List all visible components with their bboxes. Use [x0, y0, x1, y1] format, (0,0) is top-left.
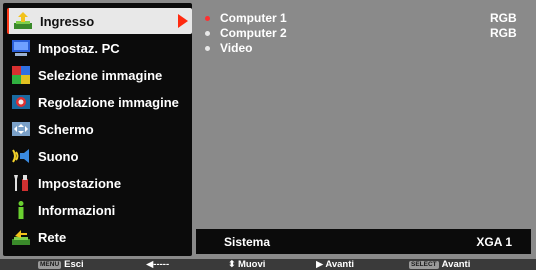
move-label: Muovi — [237, 259, 266, 270]
submenu-arrow-icon — [178, 14, 188, 28]
system-value: XGA 1 — [476, 234, 512, 249]
footer-select: SELECT Avanti — [409, 259, 470, 270]
source-mode: RGB — [490, 26, 517, 40]
next-label: Avanti — [325, 259, 354, 270]
menu-item-label: Selezione immagine — [38, 67, 163, 83]
menu-item-label: Regolazione immagine — [38, 94, 179, 110]
menu-item-impostaz-pc[interactable]: Impostaz. PC — [7, 35, 190, 61]
source-panel: Computer 1 RGB Computer 2 RGB Video — [196, 3, 531, 256]
source-mode: RGB — [490, 11, 517, 25]
menu-item-impostazione[interactable]: Impostazione — [7, 170, 190, 196]
menu-item-label: Suono — [38, 148, 79, 164]
select-key-icon: SELECT — [409, 260, 439, 269]
selected-radio-icon — [205, 15, 210, 21]
information-icon — [11, 200, 31, 220]
footer-next: ▶ Avanti — [316, 259, 354, 270]
up-down-arrow-icon: ⬍ — [228, 259, 236, 270]
source-name: Video — [220, 41, 253, 55]
menu-item-label: Schermo — [38, 121, 94, 137]
footer-exit: MENU Esci — [38, 259, 84, 270]
sound-icon — [11, 146, 31, 166]
footer-back: ◀----- — [146, 259, 169, 270]
radio-icon — [205, 45, 210, 51]
setting-icon — [11, 173, 31, 193]
menu-item-regolazione-immagine[interactable]: Regolazione immagine — [7, 89, 190, 115]
pc-adjust-icon — [11, 38, 31, 58]
menu-item-label: Rete — [38, 229, 67, 245]
key-guide-bar: MENU Esci ◀----- ⬍ Muovi ▶ Avanti SELECT… — [0, 259, 536, 270]
system-label: Sistema — [224, 234, 271, 249]
source-option-computer-1[interactable]: Computer 1 RGB — [205, 11, 520, 25]
menu-item-label: Informazioni — [38, 202, 116, 218]
footer-move: ⬍ Muovi — [228, 259, 265, 270]
source-option-video[interactable]: Video — [205, 41, 520, 55]
menu-item-suono[interactable]: Suono — [7, 143, 190, 169]
menu-item-selezione-immagine[interactable]: Selezione immagine — [7, 62, 190, 88]
screen-icon — [11, 119, 31, 139]
source-option-computer-2[interactable]: Computer 2 RGB — [205, 26, 520, 40]
menu-item-informazioni[interactable]: Informazioni — [7, 197, 190, 223]
menu-item-label: Impostazione — [38, 175, 122, 191]
source-name: Computer 1 — [220, 11, 287, 25]
system-status-bar: Sistema XGA 1 — [196, 229, 531, 254]
select-label: Avanti — [441, 259, 471, 270]
exit-label: Esci — [64, 259, 84, 270]
radio-icon — [205, 30, 210, 36]
osd-window: Ingresso Impostaz. PC Selezione immagine… — [0, 0, 536, 259]
menu-item-label: Impostaz. PC — [38, 40, 120, 56]
image-select-icon — [11, 65, 31, 85]
main-menu: Ingresso Impostaz. PC Selezione immagine… — [3, 3, 192, 256]
menu-item-schermo[interactable]: Schermo — [7, 116, 190, 142]
input-icon — [13, 11, 33, 31]
image-adjust-icon — [11, 92, 31, 112]
network-icon — [11, 227, 31, 247]
menu-item-rete[interactable]: Rete — [7, 224, 190, 250]
menu-key-icon: MENU — [38, 260, 62, 269]
right-arrow-icon: ▶ — [316, 259, 324, 270]
menu-item-label: Ingresso — [40, 13, 95, 29]
back-arrow-icon: ◀----- — [146, 259, 170, 270]
source-name: Computer 2 — [220, 26, 287, 40]
menu-item-ingresso[interactable]: Ingresso — [7, 8, 192, 34]
